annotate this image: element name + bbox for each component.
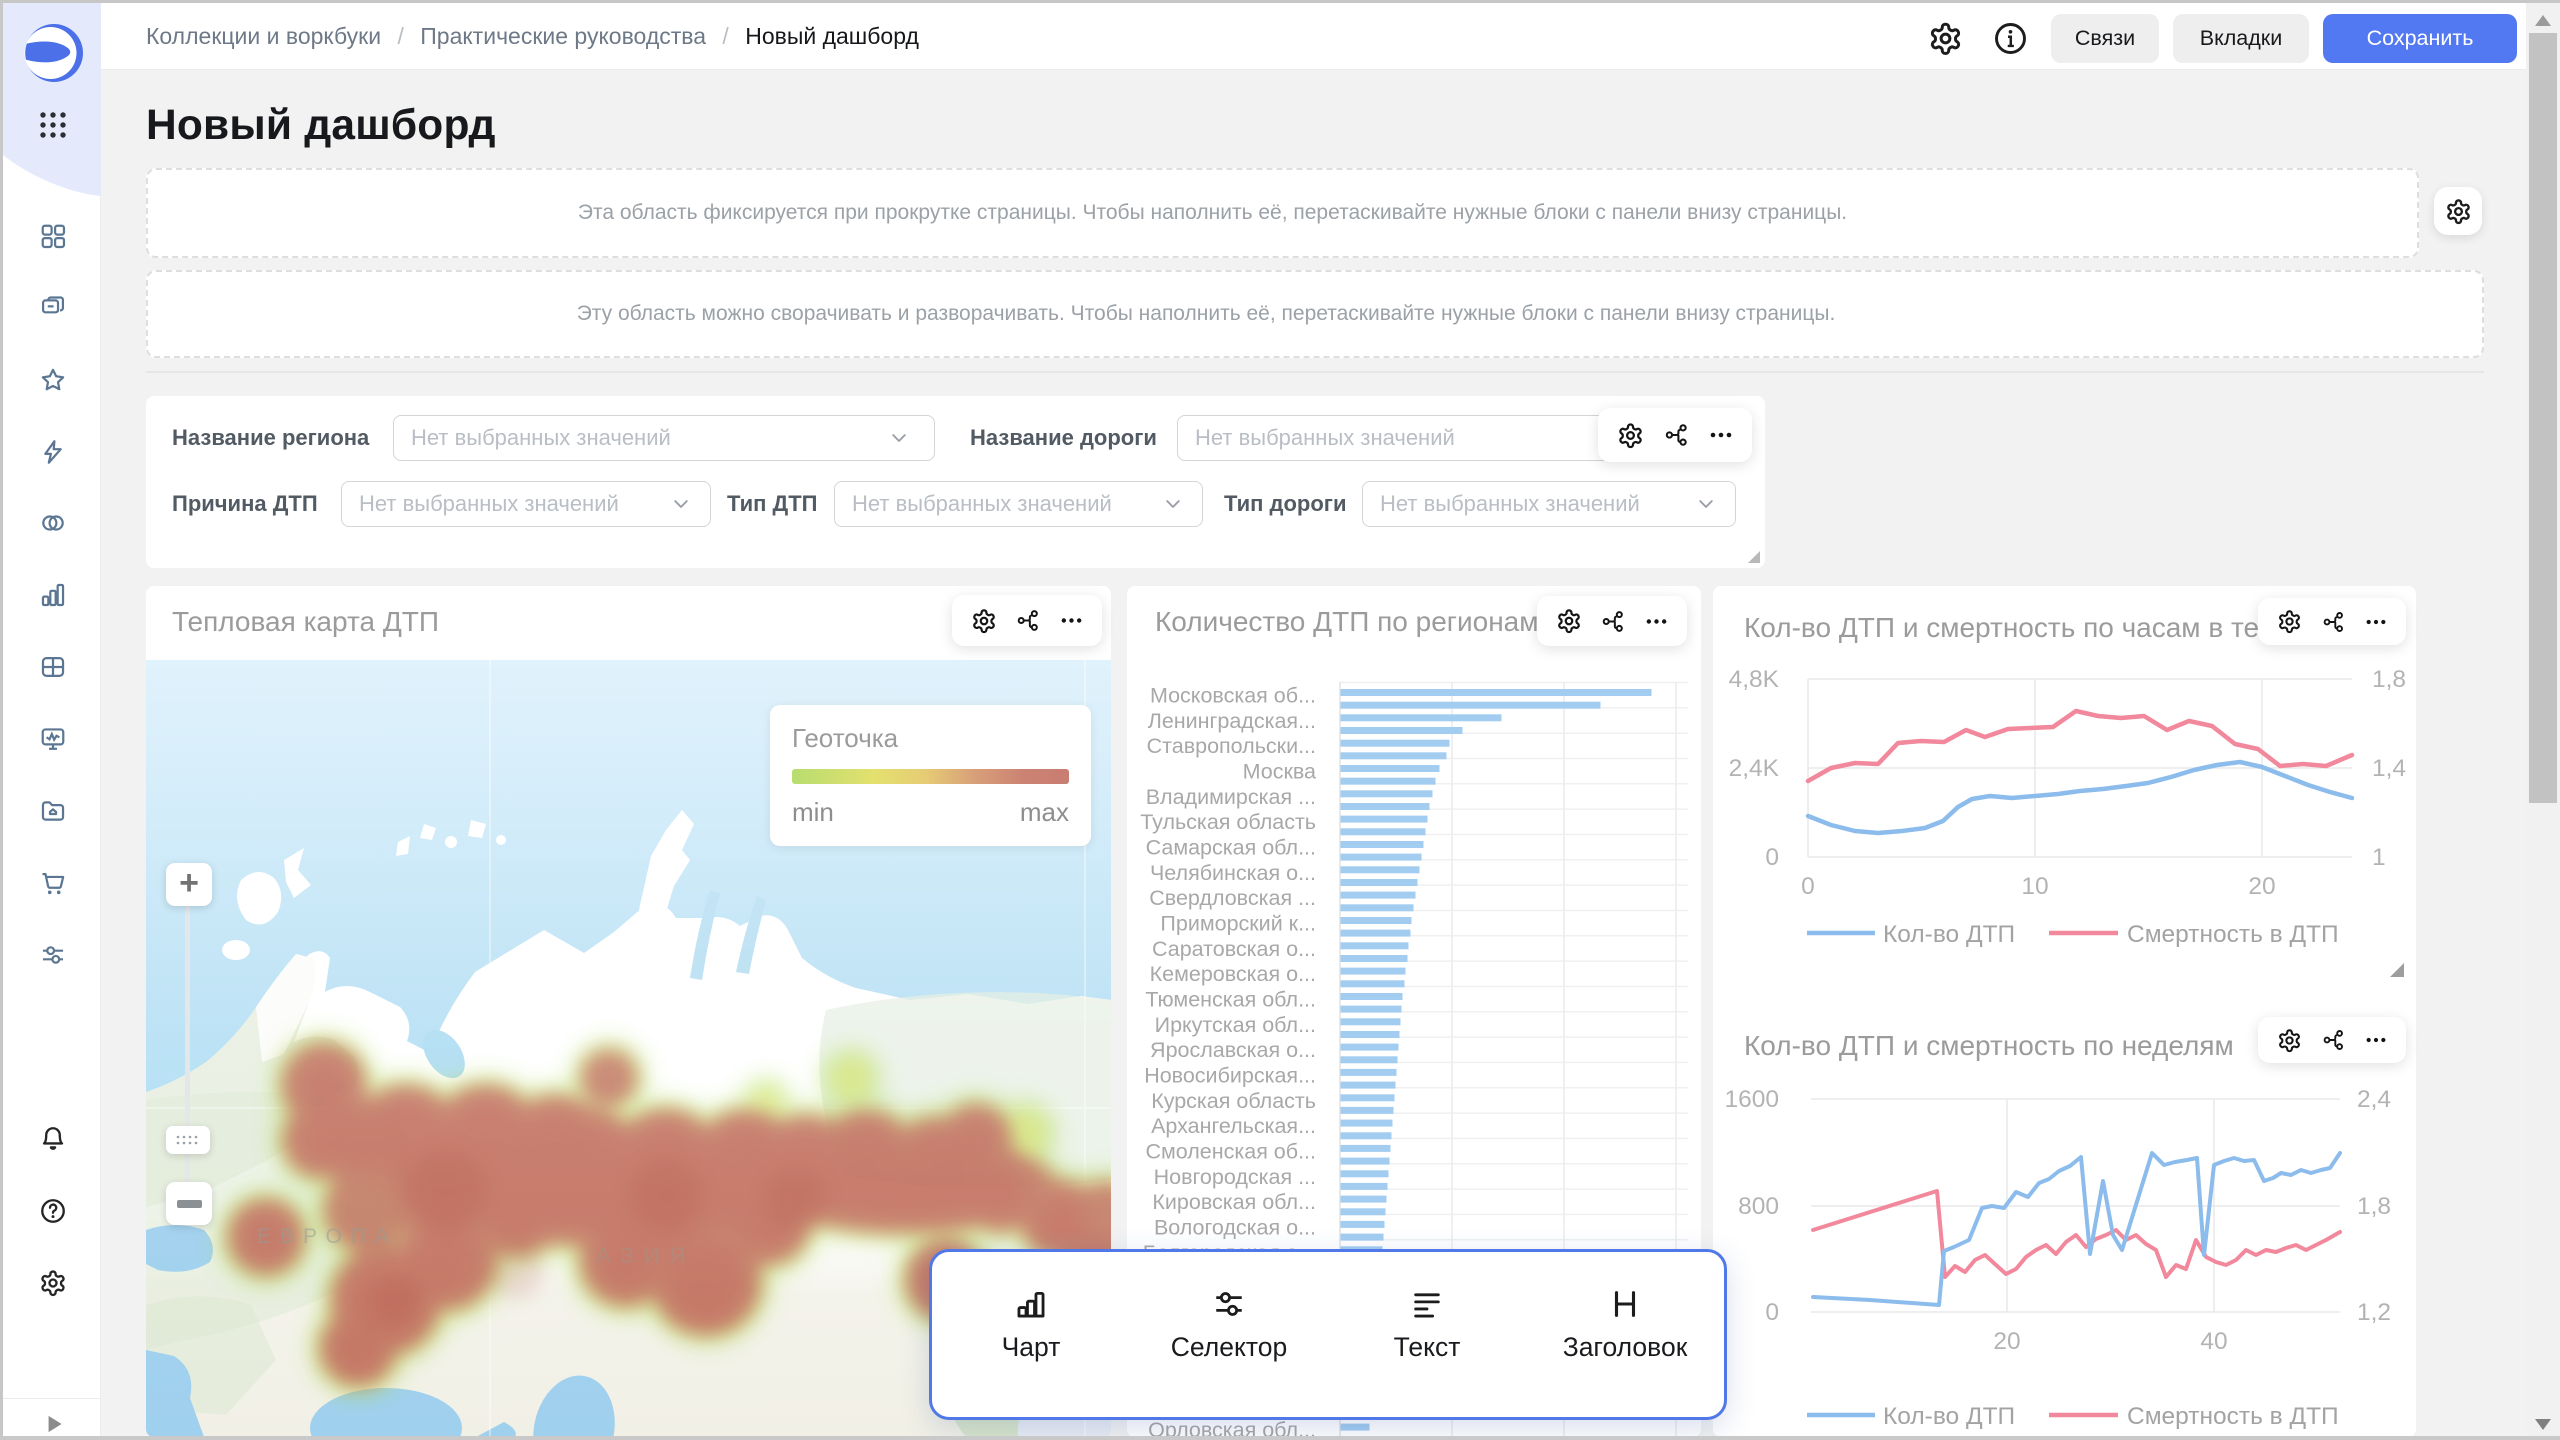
svg-text:Самарская обл...: Самарская обл...	[1146, 836, 1316, 860]
svg-text:Владимирская ...: Владимирская ...	[1146, 785, 1316, 809]
svg-text:Смертность в ДТП: Смертность в ДТП	[2127, 1403, 2339, 1430]
svg-text:1,4: 1,4	[2372, 755, 2406, 782]
svg-text:Приморский к...: Приморский к...	[1160, 912, 1316, 936]
svg-text:Новосибирская...: Новосибирская...	[1144, 1063, 1316, 1087]
svg-text:Саратовская о...: Саратовская о...	[1152, 937, 1316, 961]
svg-text:Иркутская обл...: Иркутская обл...	[1155, 1013, 1316, 1037]
svg-text:Смертность в ДТП: Смертность в ДТП	[2127, 921, 2339, 948]
svg-text:1600: 1600	[1724, 1086, 1779, 1113]
svg-text:Москва: Москва	[1243, 760, 1316, 784]
svg-text:1,8: 1,8	[2372, 666, 2406, 693]
svg-text:Кол-во ДТП: Кол-во ДТП	[1883, 921, 2015, 948]
svg-text:0: 0	[1801, 873, 1815, 900]
svg-text:Ярославская о...: Ярославская о...	[1150, 1038, 1316, 1062]
svg-text:0: 0	[1765, 1299, 1779, 1326]
svg-text:1,8: 1,8	[2357, 1193, 2391, 1220]
svg-text:1,2: 1,2	[2357, 1299, 2391, 1326]
svg-text:Архангельская...: Архангельская...	[1151, 1114, 1316, 1138]
svg-text:Новгородская ...: Новгородская ...	[1154, 1165, 1316, 1189]
svg-text:Смоленская об...: Смоленская об...	[1145, 1139, 1316, 1163]
svg-text:Челябинская о...: Челябинская о...	[1150, 861, 1316, 885]
svg-text:0: 0	[1765, 844, 1779, 871]
svg-text:Свердловская ...: Свердловская ...	[1149, 886, 1316, 910]
svg-text:Ленинградская...: Ленинградская...	[1148, 709, 1316, 733]
svg-text:10: 10	[2021, 873, 2048, 900]
svg-text:Ставропольски...: Ставропольски...	[1147, 734, 1316, 758]
svg-text:800: 800	[1738, 1193, 1779, 1220]
svg-text:40: 40	[2200, 1328, 2227, 1355]
svg-text:Кировская обл...: Кировская обл...	[1152, 1190, 1316, 1214]
svg-text:Курская область: Курская область	[1151, 1089, 1316, 1113]
svg-text:20: 20	[2248, 873, 2275, 900]
svg-text:Вологодская о...: Вологодская о...	[1154, 1215, 1316, 1239]
svg-text:Кемеровская о...: Кемеровская о...	[1150, 962, 1316, 986]
svg-text:4,8K: 4,8K	[1729, 666, 1780, 693]
svg-text:1: 1	[2372, 844, 2386, 871]
svg-text:Кол-во ДТП: Кол-во ДТП	[1883, 1403, 2015, 1430]
svg-text:Тюменская обл...: Тюменская обл...	[1145, 988, 1316, 1012]
svg-text:Московская об...: Московская об...	[1150, 684, 1316, 708]
svg-text:20: 20	[1993, 1328, 2020, 1355]
svg-text:Тульская область: Тульская область	[1140, 810, 1316, 834]
svg-text:Орловская обл...: Орловская обл...	[1148, 1418, 1316, 1436]
svg-text:2,4K: 2,4K	[1729, 755, 1780, 782]
svg-text:2,4: 2,4	[2357, 1086, 2391, 1113]
